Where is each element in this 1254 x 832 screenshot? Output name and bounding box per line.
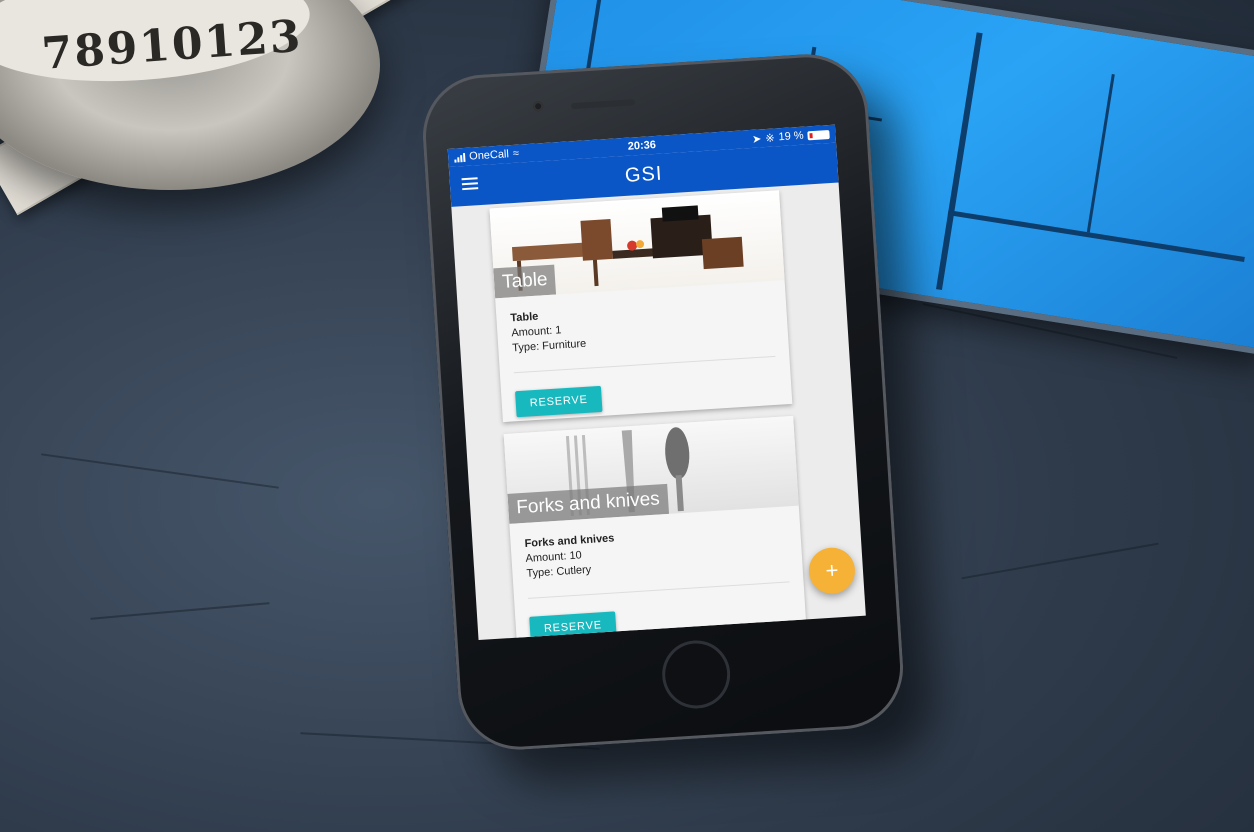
home-button[interactable] — [660, 638, 733, 711]
slate-texture — [961, 542, 1159, 580]
tape-measure: 78910123 — [0, 0, 380, 190]
item-image-caption: Table — [493, 264, 557, 299]
item-card: Table Table Amount: 1 Type: Furniture RE… — [489, 190, 793, 423]
add-item-button[interactable]: + — [807, 546, 857, 596]
earpiece-speaker — [571, 99, 636, 110]
app-title: GSI — [624, 162, 664, 187]
item-image: Table — [489, 190, 785, 299]
front-camera — [532, 100, 544, 112]
item-image: Forks and knives — [503, 415, 799, 524]
reserve-button[interactable]: RESERVE — [529, 611, 617, 641]
hamburger-menu-icon[interactable] — [461, 177, 479, 193]
slate-texture — [41, 453, 279, 489]
reserve-button[interactable]: RESERVE — [515, 385, 603, 418]
add-icon: + — [824, 557, 840, 584]
smartphone: OneCall ≈ 20:36 ➤ ※ 19 % GSI Table Table… — [419, 50, 907, 754]
item-card: Forks and knives Forks and knives Amount… — [503, 415, 808, 641]
battery-icon — [807, 129, 830, 140]
app-screen: OneCall ≈ 20:36 ➤ ※ 19 % GSI Table Table… — [447, 124, 866, 641]
slate-texture — [90, 602, 270, 620]
